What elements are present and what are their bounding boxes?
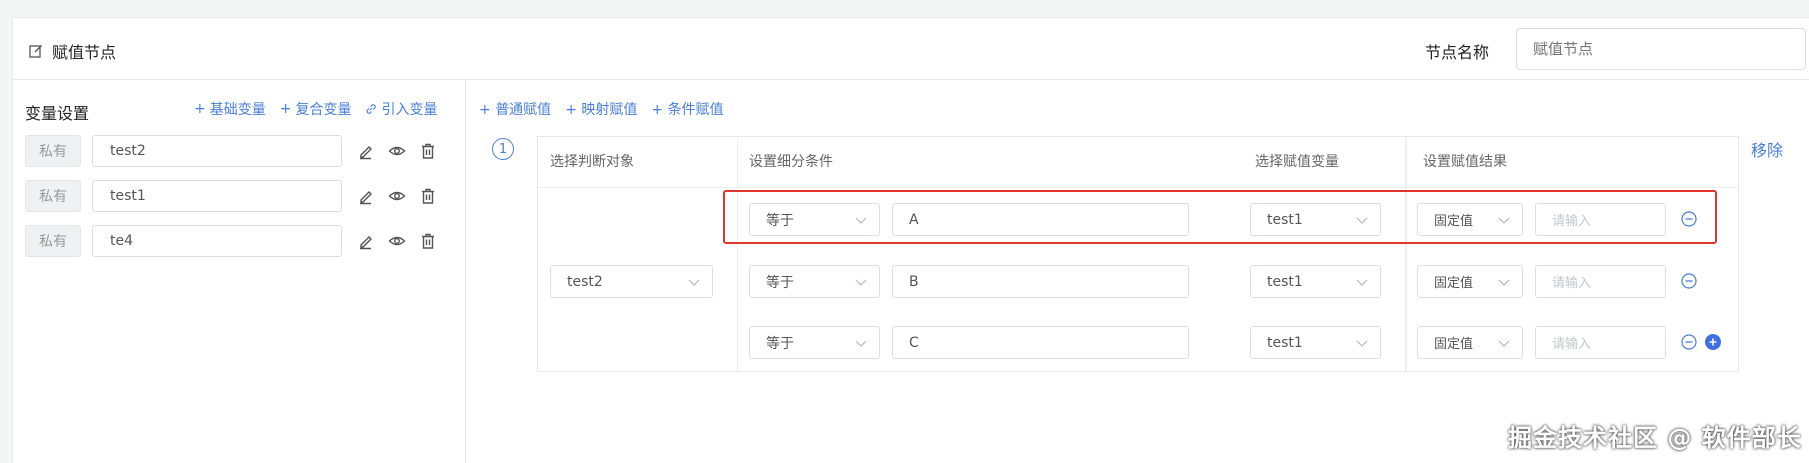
add-condition-assignment-link[interactable]: + 条件赋值 <box>651 99 723 119</box>
add-mapping-assignment-link[interactable]: + 映射赋值 <box>565 99 637 119</box>
assign-variable-select[interactable]: test1 <box>1250 326 1381 359</box>
trash-icon[interactable] <box>419 142 437 160</box>
node-name-label: 节点名称 <box>1425 43 1490 62</box>
chevron-down-icon <box>1356 340 1368 347</box>
eye-icon[interactable] <box>388 142 406 160</box>
result-type-select[interactable]: 固定值 <box>1417 326 1523 359</box>
column-header: 设置细分条件 <box>749 154 833 170</box>
plus-icon: + <box>565 102 582 118</box>
step-number-badge: 1 <box>492 138 514 160</box>
edit-icon <box>29 45 42 58</box>
operator-select[interactable]: 等于 <box>749 265 880 298</box>
column-header: 设置赋值结果 <box>1423 154 1507 170</box>
variable-actions: + 基础变量 + 复合变量 引入变量 <box>194 99 437 119</box>
condition-table: 选择判断对象 设置细分条件 选择赋值变量 设置赋值结果 test2 等于 A t… <box>537 136 1739 372</box>
chevron-down-icon <box>855 279 867 286</box>
condition-value-input[interactable]: A <box>892 203 1189 236</box>
variable-settings-section: 变量设置 + 基础变量 + 复合变量 引入变量 私有 test2 私有 test… <box>13 80 466 463</box>
variable-name-input[interactable] <box>92 225 342 257</box>
assign-variable-select[interactable]: test1 <box>1250 265 1381 298</box>
condition-value-input[interactable]: C <box>892 326 1189 359</box>
chevron-down-icon <box>1498 279 1510 286</box>
variable-row: 私有 <box>25 225 437 257</box>
chevron-down-icon <box>1356 279 1368 286</box>
variable-row: 私有 <box>25 135 437 167</box>
link-icon <box>367 104 377 114</box>
add-composite-variable-link[interactable]: + 复合变量 <box>280 99 352 119</box>
plus-icon: + <box>479 102 496 118</box>
plus-icon: + <box>279 101 292 117</box>
chevron-down-icon <box>855 217 867 224</box>
remove-row-icon[interactable] <box>1681 211 1697 227</box>
variable-row: 私有 <box>25 180 437 212</box>
result-type-select[interactable]: 固定值 <box>1417 203 1523 236</box>
eye-icon[interactable] <box>388 187 406 205</box>
result-type-select[interactable]: 固定值 <box>1417 265 1523 298</box>
trash-icon[interactable] <box>419 232 437 250</box>
variable-name-input[interactable] <box>92 135 342 167</box>
watermark-text: 掘金技术社区 @ 软件部长 <box>1508 424 1802 452</box>
scope-tag[interactable]: 私有 <box>25 135 81 167</box>
operator-select[interactable]: 等于 <box>749 326 880 359</box>
add-basic-variable-link[interactable]: + 基础变量 <box>194 99 266 119</box>
plus-icon: + <box>651 102 668 118</box>
edit-pen-icon[interactable] <box>357 187 375 205</box>
assignment-section: + 普通赋值 + 映射赋值 + 条件赋值 1 移除 选择判断对象 设置细分条件 … <box>467 80 1809 463</box>
variable-settings-title: 变量设置 <box>25 104 90 123</box>
remove-row-icon[interactable] <box>1681 273 1697 289</box>
trash-icon[interactable] <box>419 187 437 205</box>
chevron-down-icon <box>1356 217 1368 224</box>
page-title: 赋值节点 <box>29 39 116 63</box>
condition-value-input[interactable]: B <box>892 265 1189 298</box>
remove-row-icon[interactable] <box>1681 334 1697 350</box>
eye-icon[interactable] <box>388 232 406 250</box>
column-header: 选择赋值变量 <box>1255 154 1339 170</box>
plus-icon: + <box>194 101 206 117</box>
edit-pen-icon[interactable] <box>357 142 375 160</box>
chevron-down-icon <box>1498 217 1510 224</box>
result-value-input[interactable]: 请输入 <box>1535 326 1666 359</box>
import-variable-link[interactable]: 引入变量 <box>365 99 437 119</box>
result-value-input[interactable]: 请输入 <box>1535 265 1666 298</box>
result-value-input[interactable]: 请输入 <box>1535 203 1666 236</box>
panel-header: 赋值节点 节点名称 <box>13 18 1809 80</box>
add-row-icon[interactable] <box>1705 334 1721 350</box>
chevron-down-icon <box>855 340 867 347</box>
node-name-input[interactable] <box>1516 28 1806 70</box>
page-title-text: 赋值节点 <box>52 43 117 62</box>
scope-tag[interactable]: 私有 <box>25 225 81 257</box>
column-header: 选择判断对象 <box>550 154 634 170</box>
assignment-actions: + 普通赋值 + 映射赋值 + 条件赋值 <box>479 99 724 119</box>
scope-tag[interactable]: 私有 <box>25 180 81 212</box>
target-object-select[interactable]: test2 <box>550 265 713 298</box>
add-normal-assignment-link[interactable]: + 普通赋值 <box>479 99 551 119</box>
remove-button[interactable]: 移除 <box>1751 137 1783 161</box>
chevron-down-icon <box>688 279 700 286</box>
variable-name-input[interactable] <box>92 180 342 212</box>
chevron-down-icon <box>1498 340 1510 347</box>
assignment-node-panel: 赋值节点 节点名称 变量设置 + 基础变量 + 复合变量 引入变量 私有 <box>12 17 1809 463</box>
assign-variable-select[interactable]: test1 <box>1250 203 1381 236</box>
edit-pen-icon[interactable] <box>357 232 375 250</box>
operator-select[interactable]: 等于 <box>749 203 880 236</box>
